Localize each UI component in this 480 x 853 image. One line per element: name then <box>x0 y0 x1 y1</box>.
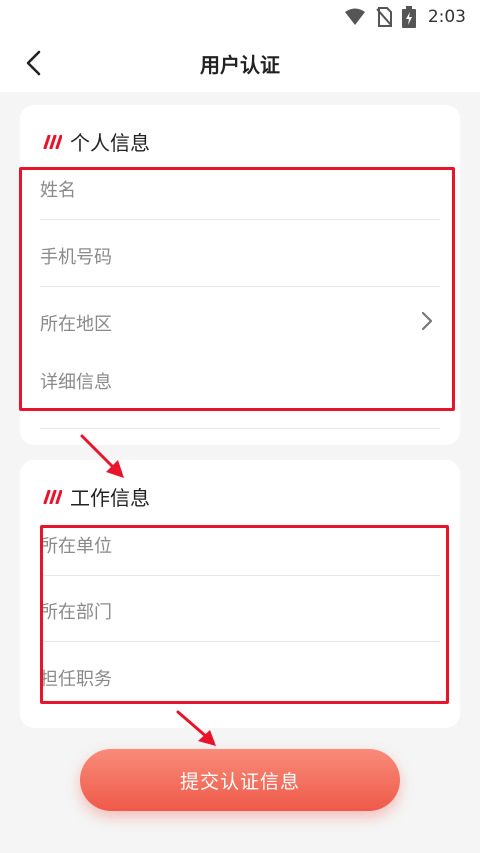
submit-verification-button[interactable]: 提交认证信息 <box>80 749 400 811</box>
divider <box>40 428 440 429</box>
company-field[interactable]: 所在单位 <box>40 532 440 558</box>
divider <box>40 575 440 576</box>
section-slash-icon <box>43 134 62 149</box>
department-field[interactable]: 所在部门 <box>40 598 440 624</box>
annotation-arrow-icon <box>80 434 124 478</box>
position-field[interactable]: 担任职务 <box>40 665 440 691</box>
personal-info-card: 个人信息 姓名 手机号码 所在地区 详细信息 <box>20 105 460 445</box>
header: 用户认证 <box>0 34 480 92</box>
work-info-card: 工作信息 所在单位 所在部门 担任职务 <box>20 460 460 728</box>
status-bar: 2:03 <box>0 0 480 34</box>
divider <box>40 219 440 220</box>
work-section-title: 工作信息 <box>40 482 150 511</box>
divider <box>40 641 440 642</box>
personal-section-label: 个人信息 <box>70 131 150 155</box>
work-section-label: 工作信息 <box>70 486 150 510</box>
battery-charging-icon <box>401 6 416 28</box>
wifi-icon <box>344 8 365 25</box>
region-field[interactable]: 所在地区 <box>40 310 440 336</box>
annotation-arrow-icon <box>176 710 216 746</box>
name-field[interactable]: 姓名 <box>40 176 440 202</box>
chevron-right-icon[interactable] <box>420 311 434 331</box>
no-sim-icon <box>376 7 392 27</box>
status-time: 2:03 <box>427 7 466 27</box>
phone-field[interactable]: 手机号码 <box>40 243 440 269</box>
divider <box>40 286 440 287</box>
personal-section-title: 个人信息 <box>40 127 150 156</box>
section-slash-icon <box>43 489 62 504</box>
status-icons: 2:03 <box>344 5 466 29</box>
details-field[interactable]: 详细信息 <box>40 368 440 394</box>
page-title: 用户认证 <box>200 53 280 77</box>
